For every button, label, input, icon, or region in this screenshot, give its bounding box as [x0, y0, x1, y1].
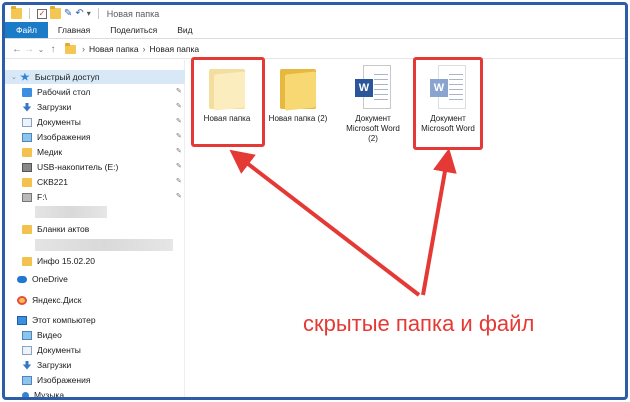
annotation-arrows [229, 148, 457, 297]
arrow-to-hidden-file [421, 148, 457, 296]
annotation-caption: скрытые папка и файл [303, 311, 535, 336]
arrow-to-hidden-folder [229, 149, 421, 297]
explorer-window: ✓ ✎ ↶ ▾ Новая папка Файл Главная Поделит… [2, 2, 628, 400]
